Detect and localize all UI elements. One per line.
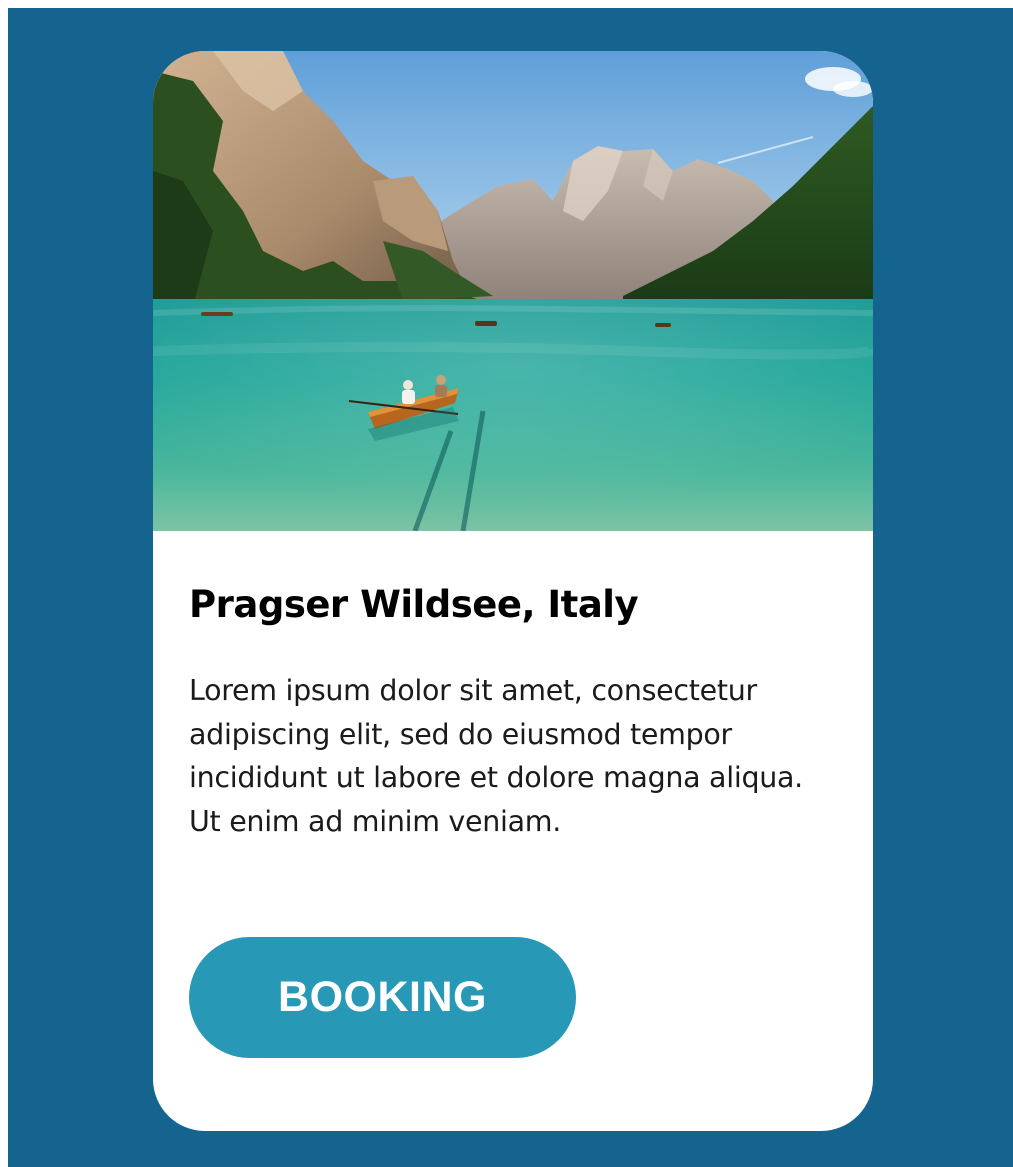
page-background: Pragser Wildsee, Italy Lorem ipsum dolor… (8, 8, 1013, 1167)
booking-button[interactable]: BOOKING (189, 937, 576, 1058)
card-title: Pragser Wildsee, Italy (189, 583, 639, 626)
destination-card: Pragser Wildsee, Italy Lorem ipsum dolor… (153, 51, 873, 1131)
card-description: Lorem ipsum dolor sit amet, consectetur … (189, 674, 803, 838)
lake-photo (153, 51, 873, 531)
